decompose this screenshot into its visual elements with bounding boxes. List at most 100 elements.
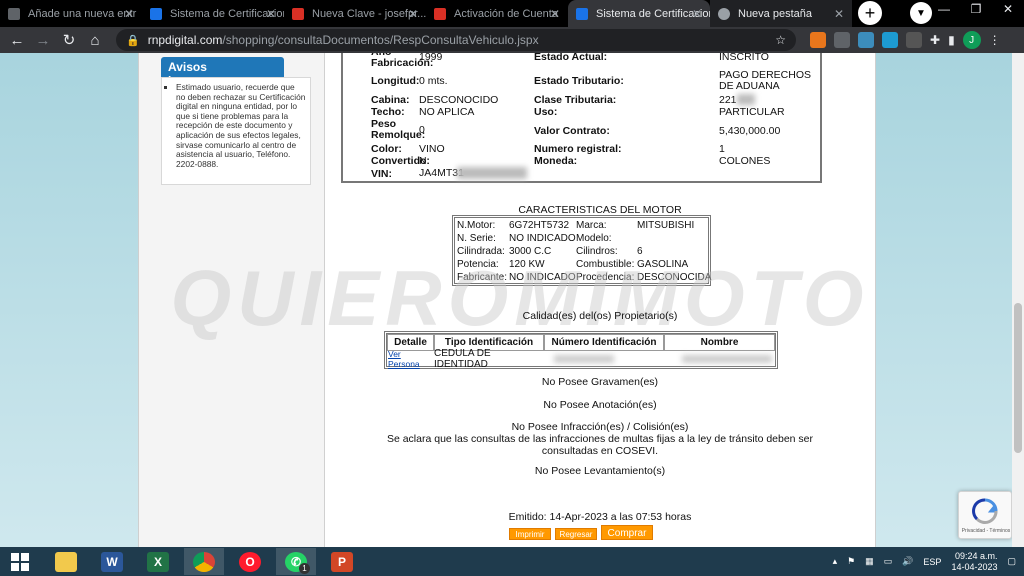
left-column: Avisos importantes Estimado usuario, rec… <box>139 53 325 547</box>
motor-value: 3000 C.C <box>509 246 552 257</box>
motor-label: Marca: <box>576 220 607 231</box>
tab-5-active[interactable]: Sistema de Certificaciones✕ <box>568 0 710 27</box>
word-icon: W <box>101 551 123 572</box>
motor-value: GASOLINA <box>637 259 689 270</box>
extension-icon[interactable] <box>906 32 922 48</box>
lock-icon[interactable]: 🔒 <box>126 34 140 47</box>
motor-label: N.Motor: <box>457 220 496 231</box>
tab-1[interactable]: Añade una nueva entr ✕ <box>0 0 142 27</box>
imprimir-button[interactable]: Imprimir <box>509 528 551 540</box>
windows-taskbar: W X O ✆ 1 P ▴ ⚑ ▦ ▭ 🔊 ESP 09:24 a.m. 14-0… <box>0 547 1024 576</box>
new-tab-button[interactable]: + <box>858 1 882 25</box>
close-tab-icon[interactable]: ✕ <box>124 7 134 21</box>
flag-icon[interactable]: ⚑ <box>847 556 855 567</box>
menu-kebab-icon[interactable]: ⋮ <box>989 33 1001 47</box>
tab-strip: Añade una nueva entr ✕ Sistema de Certifi… <box>0 0 1024 27</box>
sidepanel-icon[interactable]: ▮ <box>948 33 955 47</box>
start-button[interactable] <box>0 548 40 575</box>
col-header: Número Identificación <box>544 334 664 351</box>
motor-value: DESCONOCIDA <box>637 272 712 283</box>
value-uso: PARTICULAR <box>719 106 785 118</box>
close-tab-icon[interactable]: ✕ <box>834 7 844 21</box>
network-icon[interactable]: ▦ <box>865 556 874 567</box>
avisos-box: Estimado usuario, recuerde que no deben … <box>161 77 311 185</box>
metamask-icon[interactable] <box>810 32 826 48</box>
motor-value: 120 KW <box>509 259 545 270</box>
motor-label: Procedencia: <box>576 272 635 283</box>
avisos-heading: Avisos importantes <box>161 57 284 88</box>
windows-logo-icon <box>11 552 29 571</box>
puzzle-icon[interactable]: ✚ <box>930 33 940 47</box>
chrome-icon <box>718 7 730 20</box>
tab-6[interactable]: Nueva pestaña ✕ <box>710 0 852 27</box>
recaptcha-badge[interactable]: Privacidad - Términos <box>958 491 1012 539</box>
vehicle-info-box: Año Fabricación: 1999 Longitud: 0 mts. C… <box>341 53 822 183</box>
tab-2[interactable]: Sistema de Certificaciones✕ <box>142 0 284 27</box>
value-convertido: N <box>419 155 427 167</box>
close-window-icon[interactable]: ✕ <box>992 0 1024 20</box>
value-techo: NO APLICA <box>419 106 475 118</box>
label-color: Color: <box>371 143 402 155</box>
tab-3[interactable]: Nueva Clave - josefpr... ✕ <box>284 0 426 27</box>
value-color: VINO <box>419 143 445 155</box>
extension-icon[interactable] <box>834 32 850 48</box>
motor-label: Fabricante: <box>457 272 508 283</box>
extension-icon[interactable] <box>882 32 898 48</box>
taskbar-explorer[interactable] <box>46 548 86 575</box>
scrollbar-thumb[interactable] <box>1014 303 1022 453</box>
motor-value: NO INDICADO <box>509 272 576 283</box>
page-scrollbar[interactable] <box>1012 53 1024 547</box>
regresar-button[interactable]: Regresar <box>555 528 597 540</box>
close-tab-icon[interactable]: ✕ <box>408 7 418 21</box>
url-domain: rnpdigital.com <box>147 33 223 47</box>
battery-icon[interactable]: ▭ <box>884 556 893 567</box>
favicon-icon <box>150 7 162 20</box>
language-indicator[interactable]: ESP <box>923 557 941 567</box>
address-bar[interactable]: 🔒 rnpdigital.com/shopping/consultaDocume… <box>116 29 796 51</box>
label-clase: Clase Tributaria: <box>534 94 617 106</box>
minimize-icon[interactable]: — <box>928 0 960 20</box>
favicon-icon <box>576 7 588 20</box>
close-tab-icon[interactable]: ✕ <box>692 7 702 21</box>
anotacion-text: No Posee Anotación(es) <box>543 399 657 411</box>
tray-chevron-icon[interactable]: ▴ <box>833 556 838 567</box>
notifications-icon[interactable]: ▢ <box>1007 556 1016 567</box>
powerpoint-icon: P <box>331 551 353 572</box>
opera-icon: O <box>239 551 261 572</box>
value-tributario: PAGO DERECHOS DE ADUANA <box>719 69 811 92</box>
value-peso: 0 <box>419 124 425 136</box>
taskbar-opera[interactable]: O <box>230 548 270 575</box>
cosevi-note: Se aclara que las consultas de las infra… <box>386 433 814 457</box>
taskbar-whatsapp[interactable]: ✆ 1 <box>276 548 316 575</box>
levantamiento-text: No Posee Levantamiento(s) <box>534 465 666 477</box>
comprar-button[interactable]: Comprar <box>601 525 653 540</box>
col-header: Nombre <box>664 334 775 351</box>
taskbar-word[interactable]: W <box>92 548 132 575</box>
label-numreg: Numero registral: <box>534 143 622 155</box>
clock[interactable]: 09:24 a.m. 14-04-2023 <box>951 551 997 573</box>
reload-icon[interactable]: ↻ <box>58 29 80 51</box>
close-tab-icon[interactable]: ✕ <box>550 7 560 21</box>
motor-value: 6 <box>637 246 643 257</box>
motor-value: NO INDICADO <box>509 233 576 244</box>
taskbar-excel[interactable]: X <box>138 548 178 575</box>
system-tray: ▴ ⚑ ▦ ▭ 🔊 ESP 09:24 a.m. 14-04-2023 ▢ <box>833 547 1024 576</box>
taskbar-powerpoint[interactable]: P <box>322 548 362 575</box>
gmail-icon <box>292 7 304 20</box>
tab-4[interactable]: Activación de Cuenta ✕ <box>426 0 568 27</box>
bookmark-star-icon[interactable]: ☆ <box>775 33 786 47</box>
profile-avatar[interactable]: J <box>962 31 981 49</box>
forward-icon[interactable]: → <box>32 29 54 51</box>
ver-persona-link[interactable]: Ver Persona <box>387 349 434 369</box>
recaptcha-terms[interactable]: Privacidad - Términos <box>959 528 1013 534</box>
label-tributario: Estado Tributario: <box>534 75 624 87</box>
excel-icon: X <box>147 551 169 572</box>
extension-icon[interactable] <box>858 32 874 48</box>
home-icon[interactable]: ⌂ <box>84 29 106 51</box>
back-icon[interactable]: ← <box>6 29 28 51</box>
vin-redaction <box>457 167 527 179</box>
taskbar-chrome[interactable] <box>184 548 224 575</box>
volume-icon[interactable]: 🔊 <box>902 556 913 567</box>
close-tab-icon[interactable]: ✕ <box>266 7 276 21</box>
maximize-icon[interactable]: ❐ <box>960 0 992 20</box>
